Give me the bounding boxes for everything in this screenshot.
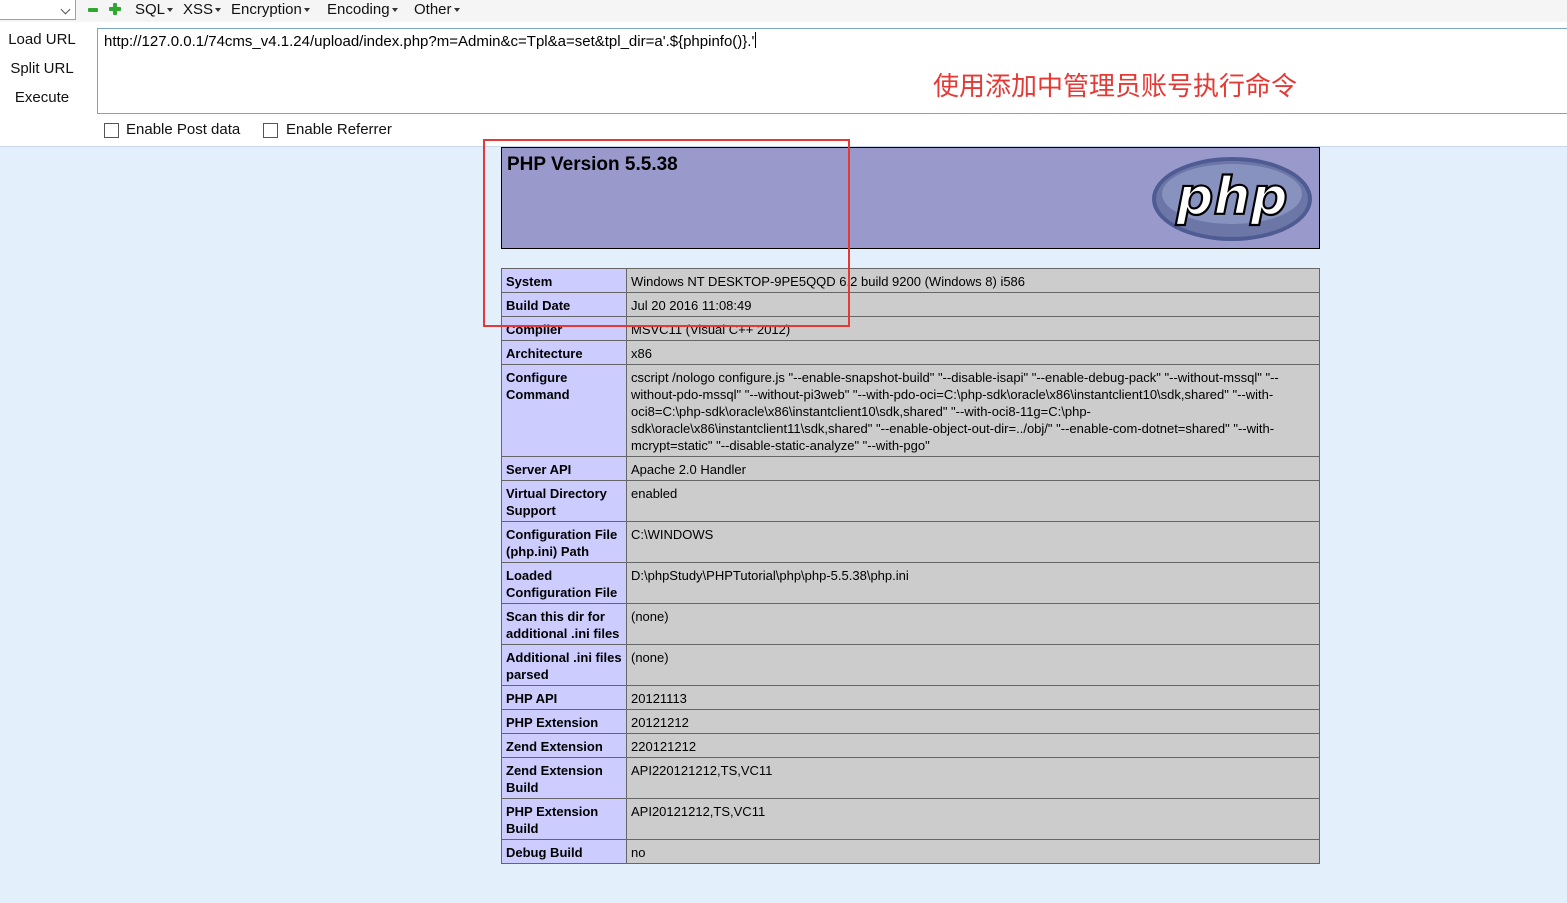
referrer-label[interactable]: Enable Referrer xyxy=(286,121,392,138)
url-input[interactable]: http://127.0.0.1/74cms_v4.1.24/upload/in… xyxy=(97,28,1567,114)
info-value: Apache 2.0 Handler xyxy=(626,456,1320,481)
info-value: cscript /nologo configure.js "--enable-s… xyxy=(626,364,1320,457)
info-row: Compiler MSVC11 (Visual C++ 2012) xyxy=(501,316,1320,341)
info-key: Zend Extension Build xyxy=(501,757,627,799)
info-key: Zend Extension xyxy=(501,733,627,758)
url-input-value: http://127.0.0.1/74cms_v4.1.24/upload/in… xyxy=(104,32,757,50)
info-row: Zend Extension 220121212 xyxy=(501,733,1320,758)
info-row: PHP Extension Build API20121212,TS,VC11 xyxy=(501,798,1320,840)
info-row: PHP Extension 20121212 xyxy=(501,709,1320,734)
text-caret xyxy=(755,32,757,48)
info-key: Configuration File (php.ini) Path xyxy=(501,521,627,563)
info-key: Additional .ini files parsed xyxy=(501,644,627,686)
info-key: Debug Build xyxy=(501,839,627,864)
info-key: PHP API xyxy=(501,685,627,710)
annotation-note: 使用添加中管理员账号执行命令 xyxy=(933,72,1298,102)
info-value: 20121113 xyxy=(626,685,1320,710)
info-value: (none) xyxy=(626,603,1320,645)
info-value: C:\WINDOWS xyxy=(626,521,1320,563)
info-value: API220121212,TS,VC11 xyxy=(626,757,1320,799)
info-value: 20121212 xyxy=(626,709,1320,734)
info-row: Configuration File (php.ini) Path C:\WIND… xyxy=(501,521,1320,563)
info-key: Server API xyxy=(501,456,627,481)
toolbar-dropdown[interactable] xyxy=(0,0,76,20)
info-key: PHP Extension Build xyxy=(501,798,627,840)
info-value: enabled xyxy=(626,480,1320,522)
phpinfo-table: System Windows NT DESKTOP-9PE5QQD 6.2 bui… xyxy=(501,268,1320,864)
menu-xss[interactable]: XSS xyxy=(183,0,222,20)
info-row: Scan this dir for additional .ini files(… xyxy=(501,603,1320,645)
post-data-checkbox[interactable] xyxy=(104,123,119,138)
info-row: Debug Build no xyxy=(501,839,1320,864)
info-key: Scan this dir for additional .ini files xyxy=(501,603,627,645)
php-logo: php xyxy=(1152,157,1312,241)
info-value: D:\phpStudy\PHPTutorial\php\php-5.5.38\p… xyxy=(626,562,1320,604)
dropdown-arrow-icon xyxy=(215,8,222,13)
info-key: Build Date xyxy=(501,292,627,317)
page-title: PHP Version 5.5.38 xyxy=(507,154,678,175)
info-row: Virtual Directory Support enabled xyxy=(501,480,1320,522)
info-value: (none) xyxy=(626,644,1320,686)
dropdown-arrow-icon xyxy=(453,8,460,13)
plus-icon[interactable] xyxy=(109,3,121,15)
minus-icon[interactable] xyxy=(88,8,98,12)
info-row: Architecture x86 xyxy=(501,340,1320,365)
chevron-down-icon xyxy=(60,4,71,15)
dropdown-arrow-icon xyxy=(303,8,310,13)
info-value: Windows NT DESKTOP-9PE5QQD 6.2 build 920… xyxy=(626,268,1320,293)
referrer-checkbox[interactable] xyxy=(263,123,278,138)
info-key: Compiler xyxy=(501,316,627,341)
info-row: Configure Command cscript /nologo configu… xyxy=(501,364,1320,457)
split-url-button[interactable]: Split URL xyxy=(0,58,84,80)
info-row: System Windows NT DESKTOP-9PE5QQD 6.2 bui… xyxy=(501,268,1320,293)
info-key: PHP Extension xyxy=(501,709,627,734)
info-row: Zend Extension Build API220121212,TS,VC11 xyxy=(501,757,1320,799)
dropdown-arrow-icon xyxy=(391,8,398,13)
info-value: x86 xyxy=(626,340,1320,365)
info-row: Server API Apache 2.0 Handler xyxy=(501,456,1320,481)
info-key: System xyxy=(501,268,627,293)
info-row: Loaded Configuration File D:\phpStudy\PHP… xyxy=(501,562,1320,604)
hackbar-options: Enable Post data Enable Referrer xyxy=(0,118,1567,144)
info-value: Jul 20 2016 11:08:49 xyxy=(626,292,1320,317)
phpinfo-header: PHP Version 5.5.38 php xyxy=(501,147,1320,249)
info-value: MSVC11 (Visual C++ 2012) xyxy=(626,316,1320,341)
menu-other[interactable]: Other xyxy=(414,0,460,20)
load-url-button[interactable]: Load URL xyxy=(0,29,84,51)
post-data-label[interactable]: Enable Post data xyxy=(126,121,240,138)
info-row: Additional .ini files parsed (none) xyxy=(501,644,1320,686)
info-row: Build Date Jul 20 2016 11:08:49 xyxy=(501,292,1320,317)
menu-encryption[interactable]: Encryption xyxy=(231,0,310,20)
info-value: API20121212,TS,VC11 xyxy=(626,798,1320,840)
execute-button[interactable]: Execute xyxy=(0,87,84,109)
info-value: no xyxy=(626,839,1320,864)
menu-sql[interactable]: SQL xyxy=(135,0,174,20)
info-value: 220121212 xyxy=(626,733,1320,758)
info-key: Architecture xyxy=(501,340,627,365)
info-row: PHP API 20121113 xyxy=(501,685,1320,710)
info-key: Configure Command xyxy=(501,364,627,457)
menu-encoding[interactable]: Encoding xyxy=(327,0,398,20)
dropdown-arrow-icon xyxy=(167,8,174,13)
php-logo-text: php xyxy=(1175,167,1287,227)
info-key: Virtual Directory Support xyxy=(501,480,627,522)
info-key: Loaded Configuration File xyxy=(501,562,627,604)
hackbar-toolbar: SQL XSS Encryption Encoding Other xyxy=(0,0,1567,22)
